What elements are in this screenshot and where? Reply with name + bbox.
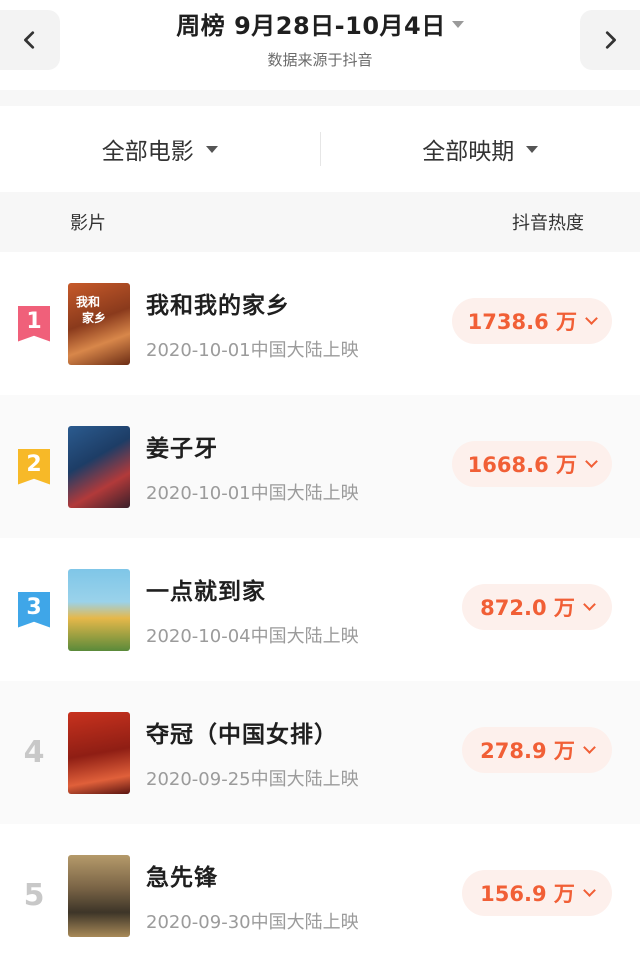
heat-value: 156.9 万 — [480, 882, 575, 906]
table-row[interactable]: 2 姜子牙 2020-10-01中国大陆上映 1668.6 万 — [0, 395, 640, 538]
table-row[interactable]: 1 我和 家乡 我和我的家乡 2020-10-01中国大陆上映 1738.6 万 — [0, 252, 640, 395]
filter-release-period[interactable]: 全部映期 — [321, 132, 640, 166]
chevron-down-icon — [585, 312, 598, 325]
prev-week-button[interactable] — [0, 10, 60, 70]
heat-value: 1668.6 万 — [467, 453, 577, 477]
rank-number: 4 — [23, 735, 45, 770]
table-header: 影片 抖音热度 — [0, 192, 640, 252]
chevron-down-icon — [585, 455, 598, 468]
rank-cell: 2 — [0, 448, 68, 485]
page-title: 周榜 9月28日-10月4日 — [176, 12, 446, 40]
movie-poster[interactable]: 我和 家乡 — [68, 282, 130, 365]
chevron-down-icon — [583, 884, 596, 897]
caret-down-icon — [526, 145, 539, 153]
chevron-down-icon — [583, 741, 596, 754]
movie-poster[interactable] — [68, 568, 130, 651]
filter-bar: 全部电影 全部映期 — [0, 106, 640, 192]
data-source-note: 数据来源于抖音 — [267, 51, 373, 69]
rank-cell: 3 — [0, 591, 68, 628]
filter-label: 全部电影 — [101, 139, 194, 165]
heat-value: 278.9 万 — [480, 739, 575, 763]
chevron-right-icon — [605, 31, 616, 49]
next-week-button[interactable] — [580, 10, 640, 70]
heat-value: 1738.6 万 — [467, 310, 577, 334]
filter-film-type[interactable]: 全部电影 — [0, 132, 320, 166]
rank-number: 5 — [23, 878, 45, 913]
rank-badge: 2 — [18, 448, 50, 485]
week-selector[interactable]: 周榜 9月28日-10月4日 — [176, 6, 464, 41]
heat-value-button[interactable]: 872.0 万 — [462, 584, 612, 630]
heat-value-button[interactable]: 1668.6 万 — [451, 441, 612, 487]
table-row[interactable]: 4 夺冠（中国女排） 2020-09-25中国大陆上映 278.9 万 — [0, 681, 640, 824]
ranking-list: 1 我和 家乡 我和我的家乡 2020-10-01中国大陆上映 1738.6 万… — [0, 252, 640, 964]
caret-down-icon — [451, 21, 464, 28]
rank-badge: 3 — [18, 591, 50, 628]
movie-poster[interactable] — [68, 854, 130, 937]
table-row[interactable]: 5 急先锋 2020-09-30中国大陆上映 156.9 万 — [0, 824, 640, 964]
title-block: 周榜 9月28日-10月4日 数据来源于抖音 — [120, 6, 520, 70]
heat-value: 872.0 万 — [480, 596, 575, 620]
filter-label: 全部映期 — [422, 139, 515, 165]
chevron-down-icon — [583, 598, 596, 611]
rank-badge: 1 — [18, 305, 50, 342]
chevron-left-icon — [24, 31, 35, 49]
heat-value-button[interactable]: 1738.6 万 — [451, 298, 612, 344]
rank-cell: 4 — [0, 735, 68, 770]
table-row[interactable]: 3 一点就到家 2020-10-04中国大陆上映 872.0 万 — [0, 538, 640, 681]
header: 周榜 9月28日-10月4日 数据来源于抖音 — [0, 0, 640, 90]
heat-value-button[interactable]: 156.9 万 — [462, 870, 612, 916]
movie-poster[interactable] — [68, 425, 130, 508]
column-header-film: 影片 — [70, 213, 106, 234]
rank-cell: 1 — [0, 305, 68, 342]
caret-down-icon — [205, 145, 218, 153]
divider-band — [0, 90, 640, 106]
movie-poster[interactable] — [68, 711, 130, 794]
heat-value-button[interactable]: 278.9 万 — [462, 727, 612, 773]
column-header-heat: 抖音热度 — [512, 213, 584, 234]
rank-cell: 5 — [0, 878, 68, 913]
